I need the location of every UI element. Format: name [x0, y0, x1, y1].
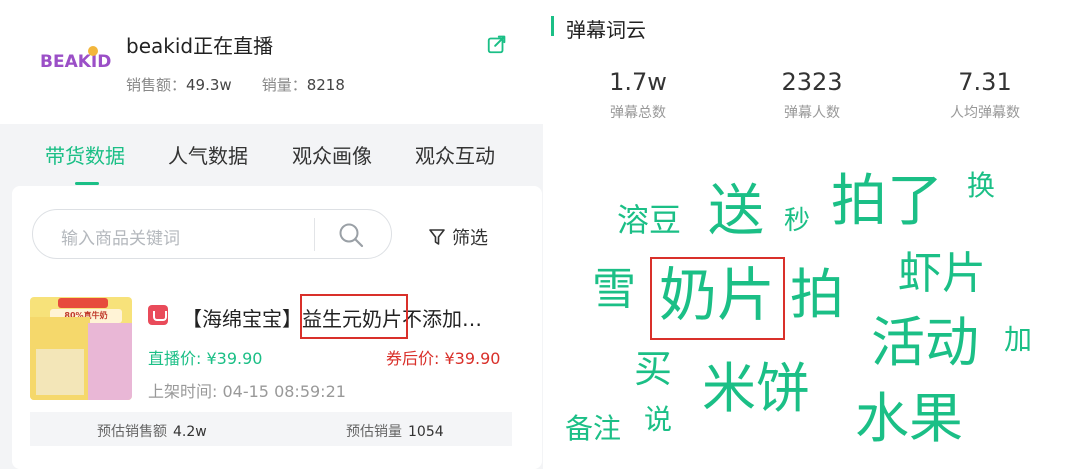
filter-button[interactable]: 筛选 — [428, 224, 488, 250]
filter-label: 筛选 — [452, 228, 488, 249]
coupon-price-value: ¥39.90 — [444, 349, 501, 368]
live-price-value: ¥39.90 — [206, 349, 263, 368]
metric-value: 2323 — [781, 68, 843, 96]
sales-amount-value: 49.3w — [186, 76, 232, 94]
cloud-word: 拍了 — [831, 169, 943, 234]
product-title-suffix: 不添加… — [402, 307, 482, 331]
metric-value: 7.31 — [958, 68, 1012, 96]
share-icon[interactable] — [486, 33, 508, 55]
cloud-word: 虾片 — [898, 248, 986, 299]
listed-time-value: 04-15 08:59:21 — [222, 382, 346, 401]
est-sales-volume-label: 预估销量 — [346, 424, 402, 440]
filter-icon — [429, 229, 445, 245]
metric-value: 1.7w — [609, 68, 667, 96]
tab-audience-profile[interactable]: 观众画像 — [292, 140, 372, 169]
brand-logo: BEAKID — [40, 46, 112, 78]
metric-users: 2323 弹幕人数 — [742, 68, 882, 122]
search-box[interactable]: 输入商品关键词 — [32, 209, 392, 259]
logo-ornament — [88, 46, 98, 56]
est-sales-amount-label: 预估销售额 — [97, 424, 167, 440]
cloud-word: 备注 — [565, 412, 622, 445]
cloud-word: 秒 — [784, 206, 811, 236]
est-sales-amount-value: 4.2w — [173, 424, 207, 440]
live-price-label: 直播价: — [148, 349, 207, 368]
coupon-price-label: 券后价: — [386, 349, 445, 368]
product-title-prefix: 【海绵宝宝】 — [182, 307, 302, 331]
cloud-word: 米饼 — [702, 357, 810, 420]
tab-audience-interaction[interactable]: 观众互动 — [415, 140, 495, 169]
metric-label: 弹幕人数 — [784, 105, 840, 121]
search-input[interactable]: 输入商品关键词 — [61, 224, 180, 249]
cloud-word: 换 — [967, 169, 996, 202]
cloud-word: 买 — [634, 347, 673, 391]
product-image[interactable]: 80%真牛奶 — [30, 297, 132, 400]
est-sales-volume-value: 1054 — [408, 424, 444, 440]
sales-stats: 销售额：49.3w 销量：8218 — [126, 74, 345, 95]
sales-volume-label: 销量： — [261, 76, 307, 94]
cloud-word: 活动 — [871, 311, 979, 374]
shop-icon — [148, 305, 168, 325]
est-sales-amount: 预估销售额 4.2w — [97, 421, 207, 441]
est-sales-volume: 预估销量 1054 — [346, 421, 444, 441]
streamer-title: beakid正在直播 — [126, 34, 274, 58]
metric-label: 人均弹幕数 — [950, 105, 1020, 121]
coupon-price: 券后价: ¥39.90 — [386, 345, 500, 369]
metric-total: 1.7w 弹幕总数 — [568, 68, 708, 122]
cloud-word: 雪 — [592, 264, 636, 315]
metric-average: 7.31 人均弹幕数 — [915, 68, 1055, 122]
listed-time: 上架时间: 04-15 08:59:21 — [148, 378, 346, 402]
tab-bar: 带货数据 人气数据 观众画像 观众互动 — [0, 124, 543, 186]
search-divider — [314, 218, 315, 251]
highlight-box — [300, 294, 408, 339]
tab-sales-data[interactable]: 带货数据 — [45, 140, 125, 169]
sales-volume-value: 8218 — [306, 76, 345, 94]
highlight-box — [650, 257, 785, 340]
cloud-word: 水果 — [855, 387, 963, 450]
cloud-word: 溶豆 — [617, 201, 682, 239]
cloud-word: 拍 — [790, 263, 844, 326]
metric-label: 弹幕总数 — [610, 105, 666, 121]
section-accent-bar — [551, 16, 554, 36]
tab-popularity-data[interactable]: 人气数据 — [168, 140, 248, 169]
cloud-word: 送 — [708, 179, 764, 244]
cloud-word: 说 — [644, 403, 673, 436]
search-icon[interactable] — [338, 222, 364, 248]
listed-time-label: 上架时间: — [148, 382, 223, 401]
sales-amount-label: 销售额： — [126, 76, 187, 94]
logo-text: BEAKID — [40, 52, 112, 72]
active-tab-indicator — [75, 182, 99, 185]
cloud-word: 加 — [1004, 323, 1033, 356]
live-price: 直播价: ¥39.90 — [148, 345, 262, 369]
section-title: 弹幕词云 — [566, 18, 646, 42]
